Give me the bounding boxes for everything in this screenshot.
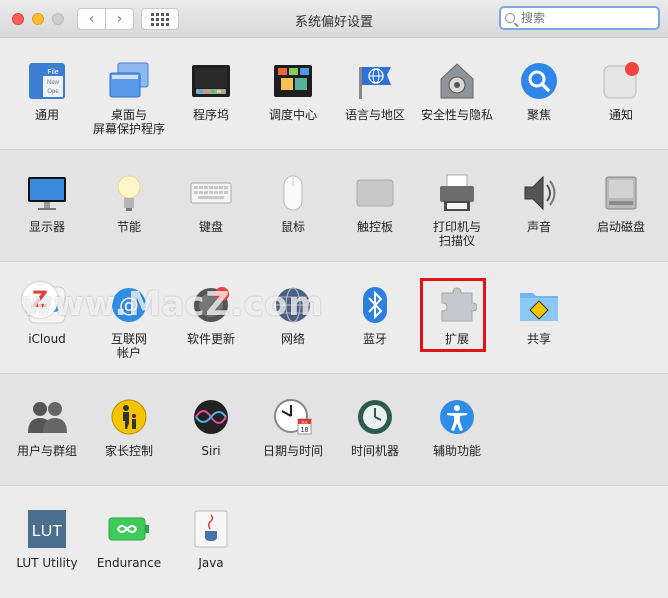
date-time-icon: JUL 18 <box>272 396 314 438</box>
pane-label: 用户与群组 <box>16 444 77 458</box>
java-icon <box>190 508 232 550</box>
system-preferences-window: ‹ › 系统偏好设置 File New Ope <box>0 0 668 598</box>
pane-label: 触控板 <box>356 220 393 234</box>
pane-label: 网络 <box>280 332 305 346</box>
search-field[interactable] <box>499 6 660 30</box>
parental-controls-icon <box>108 396 150 438</box>
language-region-icon <box>354 60 396 102</box>
trackpad-icon <box>354 172 396 214</box>
pane-label: Endurance <box>96 556 162 570</box>
pane-energy-saver[interactable]: 节能 <box>88 172 170 234</box>
pane-label: 键盘 <box>198 220 223 234</box>
pane-siri[interactable]: Siri <box>170 396 252 458</box>
notifications-icon <box>600 60 642 102</box>
pane-label: 桌面与 屏幕保护程序 <box>92 108 165 136</box>
highlight-box <box>420 278 486 352</box>
general-icon: File New Ope <box>26 60 68 102</box>
pane-mouse[interactable]: 鼠标 <box>252 172 334 234</box>
watermark: www.MacZ.com <box>22 284 324 323</box>
svg-text:File: File <box>47 69 58 76</box>
pane-label: LUT Utility <box>16 556 78 570</box>
pane-mission-control[interactable]: 调度中心 <box>252 60 334 122</box>
pane-label: 鼠标 <box>280 220 305 234</box>
time-machine-icon <box>354 396 396 438</box>
pane-date-time[interactable]: JUL 18 日期与时间 <box>252 396 334 458</box>
pane-general[interactable]: File New Ope 通用 <box>6 60 88 122</box>
endurance-icon <box>108 508 150 550</box>
lut-utility-icon: LUT <box>26 508 68 550</box>
pane-label: 声音 <box>526 220 551 234</box>
pane-label: 打印机与 扫描仪 <box>432 220 481 248</box>
pane-notifications[interactable]: 通知 <box>580 60 662 122</box>
search-icon <box>505 13 515 23</box>
pane-spotlight[interactable]: 聚焦 <box>498 60 580 122</box>
pane-printers-scanners[interactable]: 打印机与 扫描仪 <box>416 172 498 248</box>
pane-bluetooth[interactable]: 蓝牙 <box>334 284 416 346</box>
pane-label: 软件更新 <box>186 332 235 346</box>
startup-disk-icon <box>600 172 642 214</box>
users-groups-icon <box>26 396 68 438</box>
keyboard-icon <box>190 172 232 214</box>
pane-label: 日期与时间 <box>262 444 323 458</box>
pane-users-groups[interactable]: 用户与群组 <box>6 396 88 458</box>
pane-label: 语言与地区 <box>344 108 405 122</box>
pane-sound[interactable]: 声音 <box>498 172 580 234</box>
pane-displays[interactable]: 显示器 <box>6 172 88 234</box>
pane-trackpad[interactable]: 触控板 <box>334 172 416 234</box>
accessibility-icon <box>436 396 478 438</box>
pane-label: 互联网 帐户 <box>110 332 147 360</box>
pane-desktop-screensaver[interactable]: 桌面与 屏幕保护程序 <box>88 60 170 136</box>
pane-label: 安全性与隐私 <box>420 108 493 122</box>
sound-icon <box>518 172 560 214</box>
pane-parental-controls[interactable]: 家长控制 <box>88 396 170 458</box>
svg-text:New: New <box>47 80 60 86</box>
pane-time-machine[interactable]: 时间机器 <box>334 396 416 458</box>
pane-label: 时间机器 <box>350 444 399 458</box>
pane-label: 节能 <box>116 220 141 234</box>
sharing-icon <box>518 284 560 326</box>
mission-control-icon <box>272 60 314 102</box>
spotlight-icon <box>518 60 560 102</box>
pane-dock[interactable]: 程序坞 <box>170 60 252 122</box>
svg-text:Ope: Ope <box>47 89 59 95</box>
pane-label: 通知 <box>608 108 633 122</box>
security-privacy-icon <box>436 60 478 102</box>
pane-label: 聚焦 <box>526 108 551 122</box>
energy-saver-icon <box>108 172 150 214</box>
svg-text:JUL: JUL <box>301 420 309 425</box>
pane-label: 共享 <box>526 332 551 346</box>
displays-icon <box>26 172 68 214</box>
pane-label: 显示器 <box>28 220 65 234</box>
pane-label: iCloud <box>28 332 66 346</box>
desktop-screensaver-icon <box>108 60 150 102</box>
pane-sharing[interactable]: 共享 <box>498 284 580 346</box>
pane-label: 启动磁盘 <box>596 220 645 234</box>
siri-icon <box>190 396 232 438</box>
pane-lut-utility[interactable]: LUT LUT Utility <box>6 508 88 570</box>
pane-label: Java <box>198 556 224 570</box>
pane-label: Siri <box>201 444 221 458</box>
pane-label: 通用 <box>34 108 59 122</box>
dock-icon <box>190 60 232 102</box>
pane-security-privacy[interactable]: 安全性与隐私 <box>416 60 498 122</box>
bluetooth-icon <box>354 284 396 326</box>
search-input[interactable] <box>521 11 656 25</box>
svg-text:18: 18 <box>301 427 309 434</box>
pane-label: 辅助功能 <box>432 444 481 458</box>
printer-scanner-icon <box>436 172 478 214</box>
mouse-icon <box>272 172 314 214</box>
pane-label: 调度中心 <box>268 108 317 122</box>
pane-accessibility[interactable]: 辅助功能 <box>416 396 498 458</box>
pane-endurance[interactable]: Endurance <box>88 508 170 570</box>
pane-label: 家长控制 <box>104 444 153 458</box>
pane-startup-disk[interactable]: 启动磁盘 <box>580 172 662 234</box>
pane-keyboard[interactable]: 键盘 <box>170 172 252 234</box>
title-bar: ‹ › 系统偏好设置 <box>0 0 668 38</box>
pane-java[interactable]: Java <box>170 508 252 570</box>
pane-label: 程序坞 <box>192 108 229 122</box>
pane-language-region[interactable]: 语言与地区 <box>334 60 416 122</box>
svg-text:LUT: LUT <box>32 523 62 540</box>
pane-label: 蓝牙 <box>362 332 387 346</box>
